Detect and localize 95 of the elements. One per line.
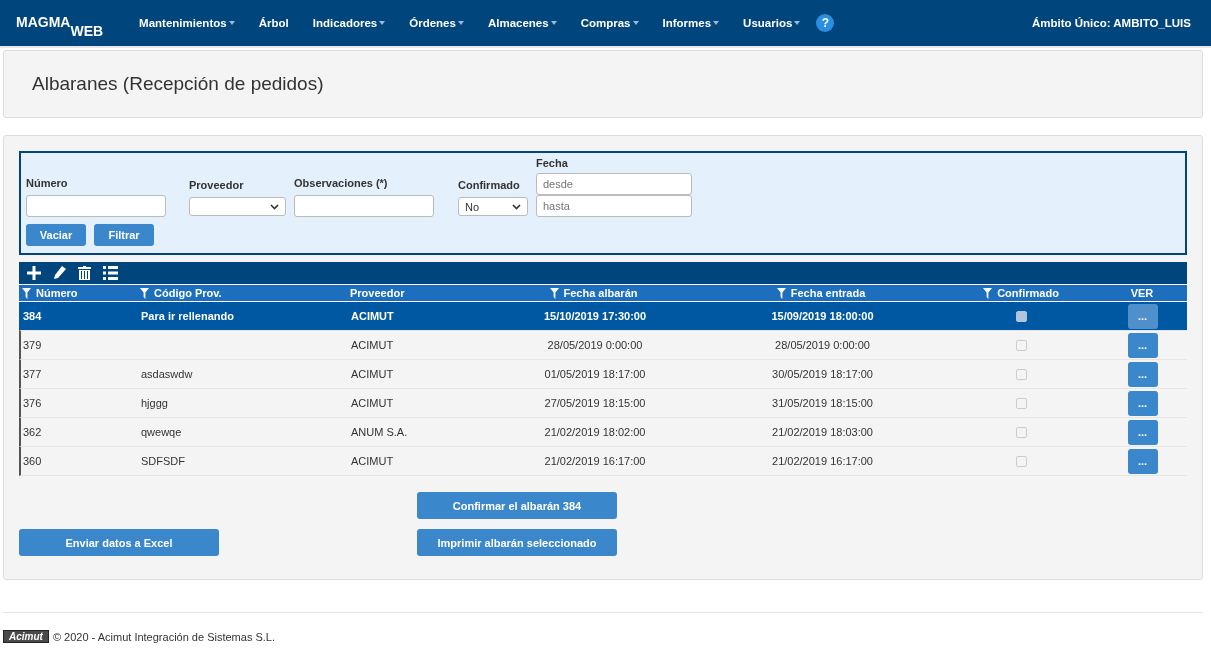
menu-item[interactable]: Órdenes: [397, 17, 476, 29]
menu-item[interactable]: Indicadores: [300, 17, 398, 29]
table-cell-text: 27/05/2019 18:15:00: [543, 397, 647, 409]
table-cell-text: 362: [22, 426, 43, 438]
view-button[interactable]: ...: [1127, 419, 1158, 445]
list-icon[interactable]: [103, 266, 118, 280]
table-cell-text: 376: [22, 397, 43, 409]
column-header[interactable]: Confirmado: [942, 287, 1097, 299]
table-cell-text: ANUM S.A.: [350, 426, 409, 438]
table-cell-text: 01/05/2019 18:17:00: [543, 368, 647, 380]
table-cell-text: 28/05/2019 0:00:00: [546, 339, 644, 351]
edit-icon[interactable]: [53, 266, 66, 280]
field-label: Número: [26, 177, 69, 189]
table-cell-text: Para ir rellenando: [140, 310, 235, 322]
menu-item[interactable]: Árbol: [246, 17, 301, 29]
field-label: Fecha: [536, 157, 569, 169]
confirm-button[interactable]: Confirmar el albarán 384: [417, 492, 617, 519]
add-icon[interactable]: [27, 266, 41, 280]
column-header[interactable]: Fecha entrada: [697, 287, 942, 299]
table-cell-text: ACIMUT: [350, 455, 395, 467]
table-row[interactable]: 376 hjggg ACIMUT 27/05/2019 18:15:00 31/05/2019 18:15:00 ...: [19, 389, 1187, 418]
chevron-icon: [270, 203, 279, 210]
table-cell-text: 21/02/2019 16:17:00: [543, 455, 647, 467]
view-button[interactable]: ...: [1127, 303, 1158, 329]
logo[interactable]: MAGMAWEB: [16, 8, 104, 38]
menu-item[interactable]: Almacenes: [475, 17, 569, 29]
table-cell-text: ACIMUT: [350, 368, 395, 380]
table-cell-text: 21/02/2019 18:03:00: [771, 426, 874, 438]
field-label: Observaciones (*): [294, 177, 389, 189]
filter-button[interactable]: Vaciar: [26, 224, 86, 246]
filter-icon[interactable]: [549, 287, 559, 299]
caret-icon: [457, 21, 464, 25]
view-button[interactable]: ...: [1127, 361, 1158, 387]
excel-button[interactable]: Enviar datos a Excel: [19, 529, 219, 556]
date-to-field[interactable]: hasta: [536, 195, 692, 217]
caret-icon: [550, 21, 557, 25]
table-cell-text: 377: [22, 368, 43, 380]
table-cell-text: qwewqe: [140, 426, 183, 438]
table-cell-text: ACIMUT: [350, 397, 395, 409]
help-icon[interactable]: ?: [816, 14, 835, 32]
footer-logo: Acimut: [3, 630, 49, 643]
table-cell-text: ACIMUT: [350, 339, 395, 351]
table-row[interactable]: 384 Para ir rellenando ACIMUT 15/10/2019 17:30:00 15/09/2019 18:00:00 ...: [19, 302, 1187, 331]
caret-icon: [379, 21, 386, 25]
table-cell-text: 30/05/2019 18:17:00: [771, 368, 874, 380]
view-button[interactable]: ...: [1127, 332, 1158, 358]
table-cell-text: 15/09/2019 18:00:00: [770, 310, 875, 322]
table-cell-text: 379: [22, 339, 43, 351]
table-cell-text: 360: [22, 455, 43, 467]
table-row[interactable]: 362 qwewqe ANUM S.A. 21/02/2019 18:02:00 21/02/2019 18:03:00 ...: [19, 418, 1187, 447]
copyright-text: © 2020 - Acimut Integración de Sistemas S.L.: [52, 630, 275, 643]
menu-item[interactable]: Usuarios: [731, 17, 813, 29]
column-header[interactable]: VER: [1097, 287, 1184, 299]
caret-icon: [632, 21, 639, 25]
date-from-field[interactable]: desde: [536, 173, 692, 195]
column-header[interactable]: Número: [19, 287, 137, 299]
caret-icon: [228, 21, 235, 25]
column-header[interactable]: Código Prov.: [137, 287, 347, 299]
table-cell-text: ACIMUT: [350, 310, 395, 322]
table-cell-text: 15/10/2019 17:30:00: [542, 310, 648, 322]
confirmado-dropdown[interactable]: No: [458, 197, 528, 216]
print-button[interactable]: Imprimir albarán seleccionado: [417, 529, 617, 556]
view-button[interactable]: ...: [1127, 390, 1158, 416]
caret-icon: [713, 21, 720, 25]
menu-item[interactable]: Informes: [650, 17, 732, 29]
table-cell-text: 384: [22, 310, 43, 322]
menu-item[interactable]: Mantenimientos: [127, 17, 247, 29]
table-cell-text: hjggg: [140, 397, 169, 409]
scope-label: Ámbito Único: AMBITO_LUIS: [1031, 17, 1192, 29]
menu-item[interactable]: Compras: [568, 17, 651, 29]
table-row[interactable]: 377 asdaswdw ACIMUT 01/05/2019 18:17:00 30/05/2019 18:17:00 ...: [19, 360, 1187, 389]
field-label: Confirmado: [458, 179, 521, 191]
field-label: Proveedor: [189, 179, 245, 191]
table-cell-text: SDFSDF: [140, 455, 186, 467]
numero-field[interactable]: [26, 195, 166, 217]
table-cell-text: 21/02/2019 18:02:00: [543, 426, 647, 438]
page-title: Albaranes (Recepción de pedidos): [32, 73, 324, 95]
table-row[interactable]: 379 ACIMUT 28/05/2019 0:00:00 28/05/2019 0:00:00 ...: [19, 331, 1187, 360]
table-cell-text: 28/05/2019 0:00:00: [774, 339, 871, 351]
filter-icon[interactable]: [983, 287, 993, 299]
observaciones-field[interactable]: [294, 195, 434, 217]
column-header[interactable]: Fecha albarán: [487, 287, 697, 299]
caret-icon: [794, 21, 801, 25]
filter-icon[interactable]: [22, 287, 31, 299]
table-cell-text: 21/02/2019 16:17:00: [771, 455, 874, 467]
chevron-icon: [512, 203, 521, 210]
filter-button[interactable]: Filtrar: [94, 224, 154, 246]
view-button[interactable]: ...: [1127, 448, 1158, 474]
column-header[interactable]: Proveedor: [347, 287, 487, 299]
table-cell-text: asdaswdw: [140, 368, 194, 380]
table-row[interactable]: 360 SDFSDF ACIMUT 21/02/2019 16:17:00 21/02/2019 16:17:00 ...: [19, 447, 1187, 476]
table-cell-text: 31/05/2019 18:15:00: [771, 397, 874, 409]
delete-icon[interactable]: [78, 266, 91, 280]
filter-icon[interactable]: [140, 287, 149, 299]
filter-icon[interactable]: [776, 287, 786, 299]
